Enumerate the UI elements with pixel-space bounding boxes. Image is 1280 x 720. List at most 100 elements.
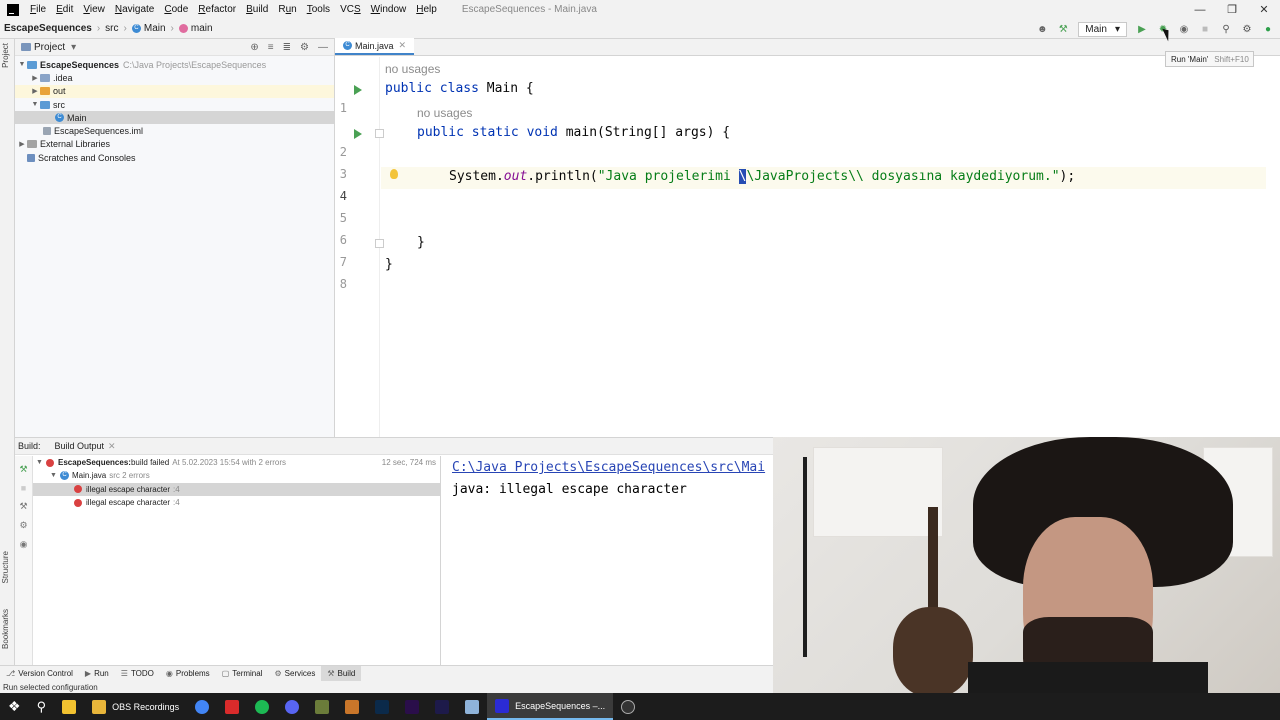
run-gutter-icon[interactable]: [354, 129, 362, 139]
menu-vcs[interactable]: VCS: [335, 4, 366, 15]
expand-all-icon[interactable]: ≡: [268, 42, 274, 53]
locate-icon[interactable]: ⊕: [250, 42, 258, 53]
breadcrumb-class-label: Main: [143, 23, 166, 34]
wrench-icon[interactable]: ⚒: [15, 501, 32, 512]
tab-version-control[interactable]: ⎇ Version Control: [0, 666, 79, 682]
lightbulb-icon[interactable]: [390, 169, 398, 179]
taskbar-app[interactable]: [307, 693, 337, 720]
tree-item-scratches[interactable]: Scratches and Consoles: [15, 151, 334, 164]
breadcrumb-class[interactable]: C Main: [128, 23, 170, 34]
taskbar-chrome[interactable]: [187, 693, 217, 720]
taskbar-notes[interactable]: [54, 693, 84, 720]
taskbar-label: OBS Recordings: [112, 701, 180, 712]
menu-edit[interactable]: Edit: [51, 4, 78, 15]
taskbar-obs-recordings[interactable]: OBS Recordings: [84, 693, 187, 720]
pin-icon[interactable]: ⚙: [15, 520, 32, 531]
eye-icon[interactable]: ◉: [15, 539, 32, 550]
taskbar-obs[interactable]: [613, 693, 643, 720]
breadcrumb-method[interactable]: main: [175, 23, 217, 34]
run-icon[interactable]: ▶: [1136, 23, 1148, 35]
side-tab-bookmarks[interactable]: Bookmarks: [1, 609, 14, 649]
taskbar-spotify[interactable]: [247, 693, 277, 720]
menu-run[interactable]: Run: [273, 4, 301, 15]
tab-build-output[interactable]: Build Output ✕: [53, 441, 118, 452]
taskbar-premiere[interactable]: [397, 693, 427, 720]
menu-window[interactable]: Window: [366, 4, 412, 15]
tree-item-project-root[interactable]: ▼ EscapeSequences C:\Java Projects\EscapeS…: [15, 58, 334, 71]
taskbar-search[interactable]: ⚲: [29, 693, 55, 720]
close-icon[interactable]: ✕: [1248, 0, 1280, 19]
taskbar-discord[interactable]: [277, 693, 307, 720]
tab-build[interactable]: ⚒ Build: [321, 665, 362, 682]
fold-marker-icon[interactable]: [375, 129, 384, 138]
tab-terminal[interactable]: ▢ Terminal: [216, 666, 269, 682]
tree-item-iml[interactable]: EscapeSequences.iml: [15, 124, 334, 137]
stop-icon[interactable]: ■: [1199, 23, 1211, 35]
taskbar-acrobat[interactable]: [217, 693, 247, 720]
tree-item-src[interactable]: ▼ src: [15, 98, 334, 111]
gear-icon[interactable]: ⚙: [300, 42, 309, 53]
taskbar-intellij[interactable]: EscapeSequences –...: [487, 693, 614, 720]
build-row-file[interactable]: ▼ C Main.java src 2 errors: [33, 469, 440, 482]
build-row-error[interactable]: illegal escape character:4: [33, 496, 440, 509]
menu-file[interactable]: File: [25, 4, 51, 15]
code-line-7[interactable]: }: [417, 235, 425, 250]
menu-navigate[interactable]: Navigate: [110, 4, 159, 15]
tab-services[interactable]: ⚙ Services: [268, 666, 321, 682]
code-line-1[interactable]: public class Main {: [385, 81, 534, 96]
build-hammer-icon[interactable]: ⚒: [1057, 23, 1069, 35]
tree-item-external-libraries[interactable]: ▶ External Libraries: [15, 138, 334, 151]
menu-build[interactable]: Build: [241, 4, 273, 15]
tab-main-java[interactable]: C Main.java ✕: [335, 38, 415, 55]
build-row-error[interactable]: illegal escape character:4: [33, 482, 440, 496]
tree-item-main[interactable]: C Main: [15, 111, 334, 125]
hide-icon[interactable]: —: [318, 42, 328, 53]
search-icon[interactable]: ⚲: [1220, 23, 1232, 35]
branch-icon: ⎇: [6, 669, 16, 678]
restore-icon[interactable]: ❐: [1216, 0, 1248, 19]
stop-icon[interactable]: ■: [15, 483, 32, 493]
taskbar-blender[interactable]: [337, 693, 367, 720]
side-tab-project[interactable]: Project: [1, 43, 14, 68]
coverage-icon[interactable]: ◉: [1178, 23, 1190, 35]
error-file-link[interactable]: C:\Java Projects\EscapeSequences\src\Mai: [452, 460, 765, 475]
run-gutter-icon[interactable]: [354, 85, 362, 95]
settings-gear-icon[interactable]: ⚙: [1241, 23, 1253, 35]
taskbar-after-effects[interactable]: [427, 693, 457, 720]
chevron-down-icon[interactable]: ▾: [71, 42, 76, 53]
menu-view[interactable]: View: [78, 4, 110, 15]
menu-help[interactable]: Help: [411, 4, 442, 15]
code-line-8[interactable]: }: [385, 257, 393, 272]
breadcrumb-src[interactable]: src: [101, 23, 122, 34]
rerun-hammer-icon[interactable]: ⚒: [15, 464, 32, 475]
run-configuration-select[interactable]: Main ▾: [1078, 21, 1127, 37]
menu-refactor[interactable]: Refactor: [193, 4, 241, 15]
code-line-2[interactable]: public static void main(String[] args) {: [417, 125, 730, 140]
code-line-4[interactable]: System.out.println("Java projelerimi \\J…: [449, 169, 1075, 184]
menu-code[interactable]: Code: [159, 4, 193, 15]
menu-tools[interactable]: Tools: [302, 4, 335, 15]
usage-hint[interactable]: no usages: [417, 106, 472, 120]
close-tab-icon[interactable]: ✕: [399, 40, 407, 51]
collapse-all-icon[interactable]: ≣: [283, 42, 291, 53]
start-button[interactable]: ❖: [0, 693, 29, 720]
tree-item-out[interactable]: ▶ out: [15, 84, 334, 98]
editor-scrollbar[interactable]: [1266, 57, 1280, 437]
close-tab-icon[interactable]: ✕: [108, 441, 116, 451]
photoshop-icon: [375, 699, 390, 714]
tab-problems[interactable]: ◉ Problems: [160, 666, 216, 682]
taskbar-photoshop[interactable]: [367, 693, 397, 720]
side-tab-structure[interactable]: Structure: [1, 551, 14, 583]
project-panel-title[interactable]: Project: [34, 42, 65, 53]
usage-hint[interactable]: no usages: [385, 62, 440, 76]
plugin-icon[interactable]: ●: [1262, 23, 1274, 35]
fold-marker-icon[interactable]: [375, 239, 384, 248]
taskbar-3d-app[interactable]: [457, 693, 487, 720]
breadcrumb-project[interactable]: EscapeSequences: [0, 23, 96, 34]
tab-run[interactable]: ▶ Run: [79, 666, 115, 682]
minimize-icon[interactable]: —: [1184, 0, 1216, 19]
build-row-summary[interactable]: ▼ EscapeSequences: build failed At 5.02.20…: [33, 456, 440, 469]
user-icon[interactable]: ☻: [1036, 23, 1048, 35]
tab-todo[interactable]: ☰ TODO: [115, 666, 160, 682]
tree-item-idea[interactable]: ▶ .idea: [15, 71, 334, 84]
